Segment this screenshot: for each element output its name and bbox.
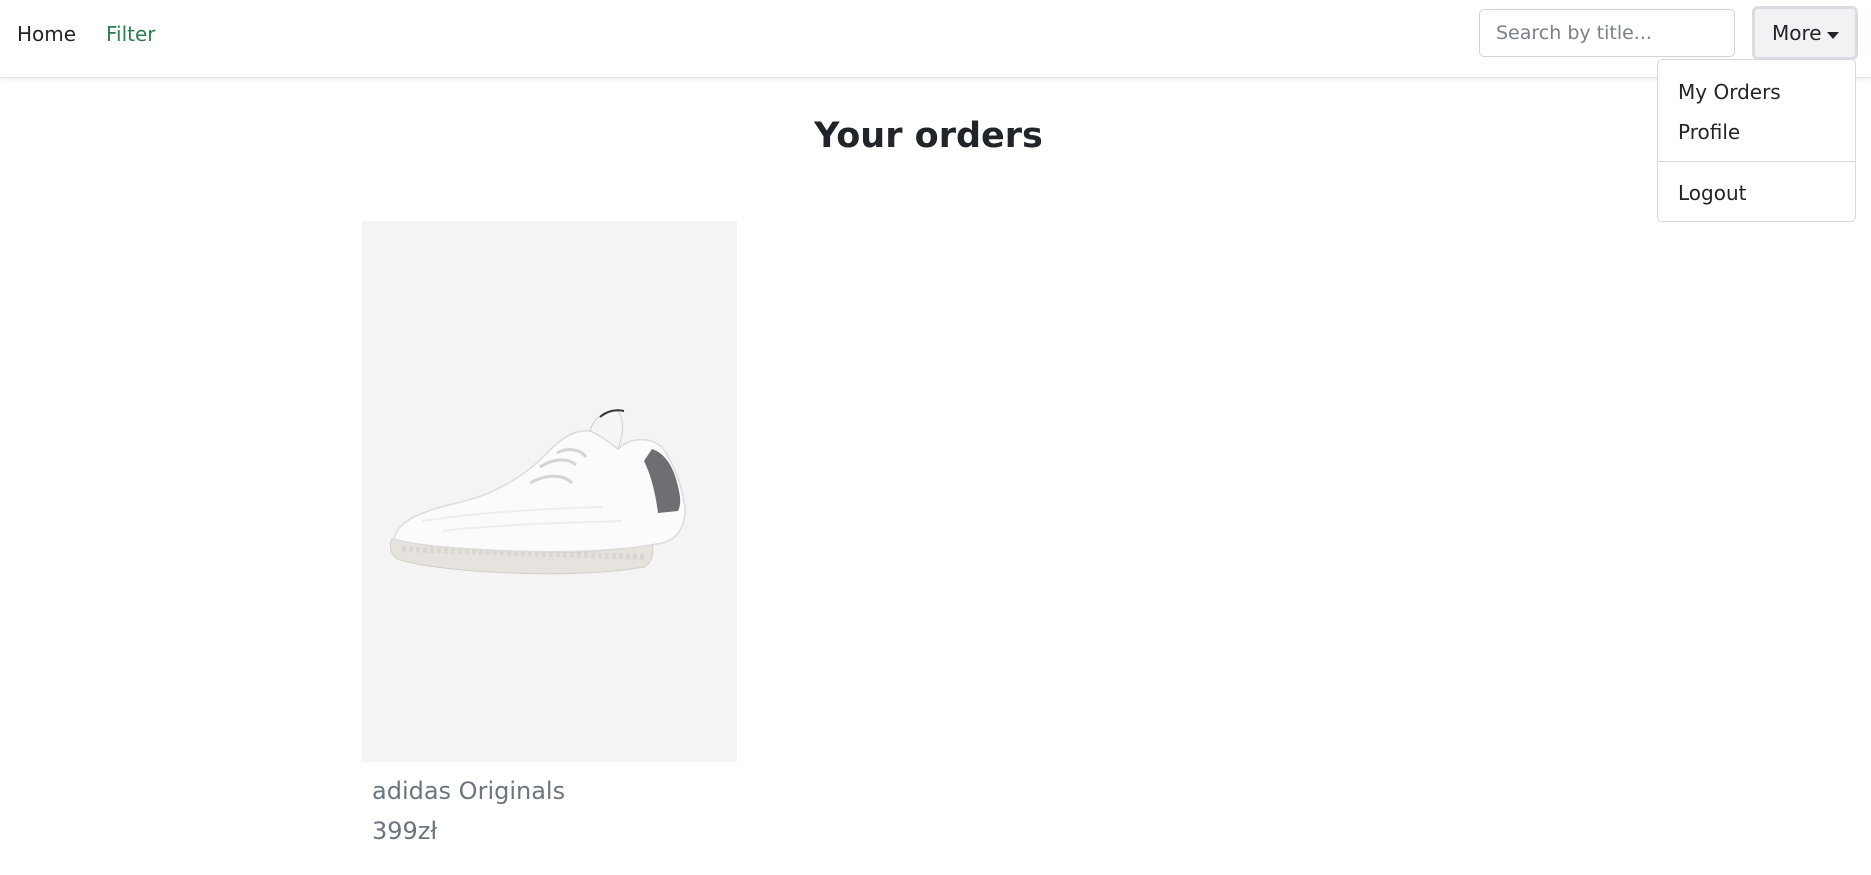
caret-down-icon xyxy=(1827,32,1839,39)
search-input[interactable] xyxy=(1479,9,1735,57)
dropdown-divider xyxy=(1658,161,1855,162)
more-dropdown-button[interactable]: More xyxy=(1752,6,1858,60)
page-title: Your orders xyxy=(814,116,1043,156)
nav-home-link[interactable]: Home xyxy=(17,0,76,68)
white-sneaker-image xyxy=(389,409,686,575)
nav-filter-link[interactable]: Filter xyxy=(106,0,156,68)
product-image[interactable] xyxy=(362,221,737,762)
product-price: 399zł xyxy=(372,817,438,845)
navbar: Home Filter More xyxy=(0,0,1871,78)
more-button-label: More xyxy=(1772,21,1822,45)
product-brand: adidas Originals xyxy=(372,777,566,805)
dropdown-item-my-orders[interactable]: My Orders xyxy=(1678,80,1781,104)
dropdown-item-logout[interactable]: Logout xyxy=(1678,181,1746,205)
